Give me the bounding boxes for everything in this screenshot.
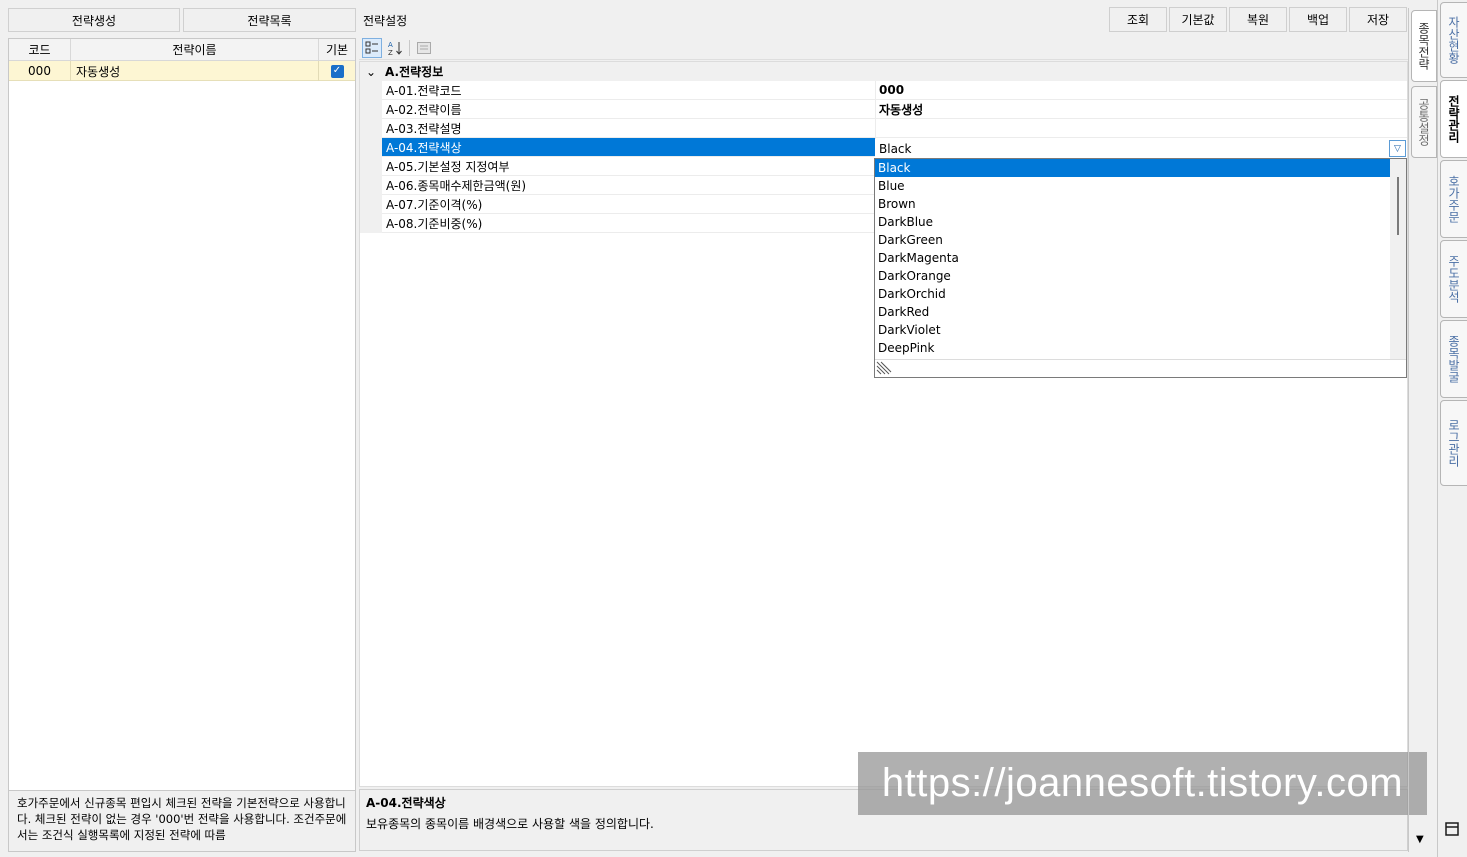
property-value[interactable]: 000 <box>876 81 1407 100</box>
categorized-icon[interactable] <box>362 38 382 58</box>
dropdown-option[interactable]: DarkOrange <box>875 267 1390 285</box>
color-dropdown-list: Black Blue Brown DarkBlue DarkGreen Dark… <box>874 158 1407 378</box>
query-button[interactable]: 조회 <box>1109 7 1167 32</box>
dropdown-option[interactable]: DarkRed <box>875 303 1390 321</box>
property-value[interactable] <box>876 119 1407 138</box>
row-code: 000 <box>9 61 71 81</box>
default-checkbox[interactable]: ✓ <box>330 64 344 78</box>
column-header-code[interactable]: 코드 <box>9 39 71 61</box>
create-strategy-button[interactable]: 전략생성 <box>8 8 180 32</box>
dropdown-option[interactable]: DarkGreen <box>875 231 1390 249</box>
tab-strategy-management[interactable]: 전략관리 <box>1440 80 1467 158</box>
sort-az-icon[interactable]: AZ <box>385 38 405 58</box>
property-pages-icon[interactable] <box>414 38 434 58</box>
property-name: A-07.기준이격(%) <box>382 195 876 214</box>
property-value[interactable]: 자동생성 <box>876 100 1407 119</box>
default-value-button[interactable]: 기본값 <box>1169 7 1227 32</box>
tab-asset-status[interactable]: 자산현황 <box>1440 2 1467 78</box>
category-label: A.전략정보 <box>385 65 444 79</box>
dropdown-option[interactable]: DarkViolet <box>875 321 1390 339</box>
dropdown-option[interactable]: DeepPink <box>875 339 1390 357</box>
left-panel: 전략생성 전략목록 코드 전략이름 기본 000 자동생성 ✓ 호가주문에서 신… <box>8 8 356 852</box>
left-help-text: 호가주문에서 신규종목 편입시 체크된 전략을 기본전략으로 사용합니다. 체크… <box>8 790 356 852</box>
dropdown-option[interactable]: DarkBlue <box>875 213 1390 231</box>
resize-grip[interactable] <box>875 359 1406 377</box>
panel-toggle-icon[interactable] <box>1445 822 1459 839</box>
property-row[interactable]: A-02.전략이름 자동생성 <box>360 100 1407 119</box>
column-header-default[interactable]: 기본 <box>319 39 355 61</box>
tab-quote-order[interactable]: 호가주문 <box>1440 160 1467 238</box>
property-name: A-08.기준비중(%) <box>382 214 876 233</box>
property-row[interactable]: A-03.전략설명 <box>360 119 1407 138</box>
inner-tab-strip: 종목전략 공통설정 <box>1408 8 1437 852</box>
backup-button[interactable]: 백업 <box>1289 7 1347 32</box>
property-name: A-01.전략코드 <box>382 81 876 100</box>
color-combo-box[interactable]: Black ▽ <box>875 139 1407 158</box>
chevron-down-icon[interactable]: ▽ <box>1389 140 1406 157</box>
tab-common-settings[interactable]: 공통설정 <box>1411 86 1437 158</box>
svg-text:A: A <box>388 41 393 49</box>
page-title: 전략설정 <box>363 14 408 28</box>
tab-stock-discovery[interactable]: 종목발굴 <box>1440 320 1467 398</box>
svg-text:Z: Z <box>388 49 393 56</box>
tab-leader-analysis[interactable]: 주도분석 <box>1440 240 1467 318</box>
resize-grip-icon <box>876 361 892 375</box>
description-text: 보유종목의 종목이름 배경색으로 사용할 색을 정의합니다. <box>366 817 654 831</box>
strategy-list-button[interactable]: 전략목록 <box>183 8 356 32</box>
property-toolbar: AZ <box>359 36 1408 60</box>
property-row[interactable]: A-01.전략코드 000 <box>360 81 1407 100</box>
dropdown-scrollbar[interactable] <box>1390 159 1406 359</box>
category-row[interactable]: ⌄ A.전략정보 <box>360 62 1407 81</box>
watermark: https://joannesoft.tistory.com <box>858 752 1427 815</box>
row-default-cell: ✓ <box>319 61 355 81</box>
tab-stock-strategy[interactable]: 종목전략 <box>1411 10 1437 82</box>
property-name: A-06.종목매수제한금액(원) <box>382 176 876 195</box>
dropdown-option[interactable]: Blue <box>875 177 1390 195</box>
combo-current-value: Black <box>879 141 912 156</box>
dropdown-option-selected[interactable]: Black <box>875 159 1390 177</box>
outer-tab-strip: 자산현황 전략관리 호가주문 주도분석 종목발굴 로그관리 <box>1437 0 1467 857</box>
dropdown-option[interactable]: Brown <box>875 195 1390 213</box>
property-name: A-03.전략설명 <box>382 119 876 138</box>
dropdown-option[interactable]: DarkMagenta <box>875 249 1390 267</box>
property-name: A-02.전략이름 <box>382 100 876 119</box>
scroll-down-icon[interactable]: ▼ <box>1416 834 1424 845</box>
row-name: 자동생성 <box>71 61 319 81</box>
table-row[interactable]: 000 자동생성 ✓ <box>9 61 355 81</box>
tab-log-management[interactable]: 로그관리 <box>1440 400 1467 486</box>
scrollbar-thumb[interactable] <box>1397 177 1399 235</box>
property-name: A-04.전략색상 <box>382 138 876 157</box>
save-button[interactable]: 저장 <box>1349 7 1407 32</box>
toolbar-divider <box>409 40 410 56</box>
column-header-name[interactable]: 전략이름 <box>71 39 319 61</box>
strategy-list-grid: 코드 전략이름 기본 000 자동생성 ✓ <box>8 38 356 796</box>
dropdown-option[interactable]: DarkOrchid <box>875 285 1390 303</box>
collapse-chevron-icon[interactable]: ⌄ <box>360 65 382 79</box>
restore-button[interactable]: 복원 <box>1229 7 1287 32</box>
property-name: A-05.기본설정 지정여부 <box>382 157 876 176</box>
